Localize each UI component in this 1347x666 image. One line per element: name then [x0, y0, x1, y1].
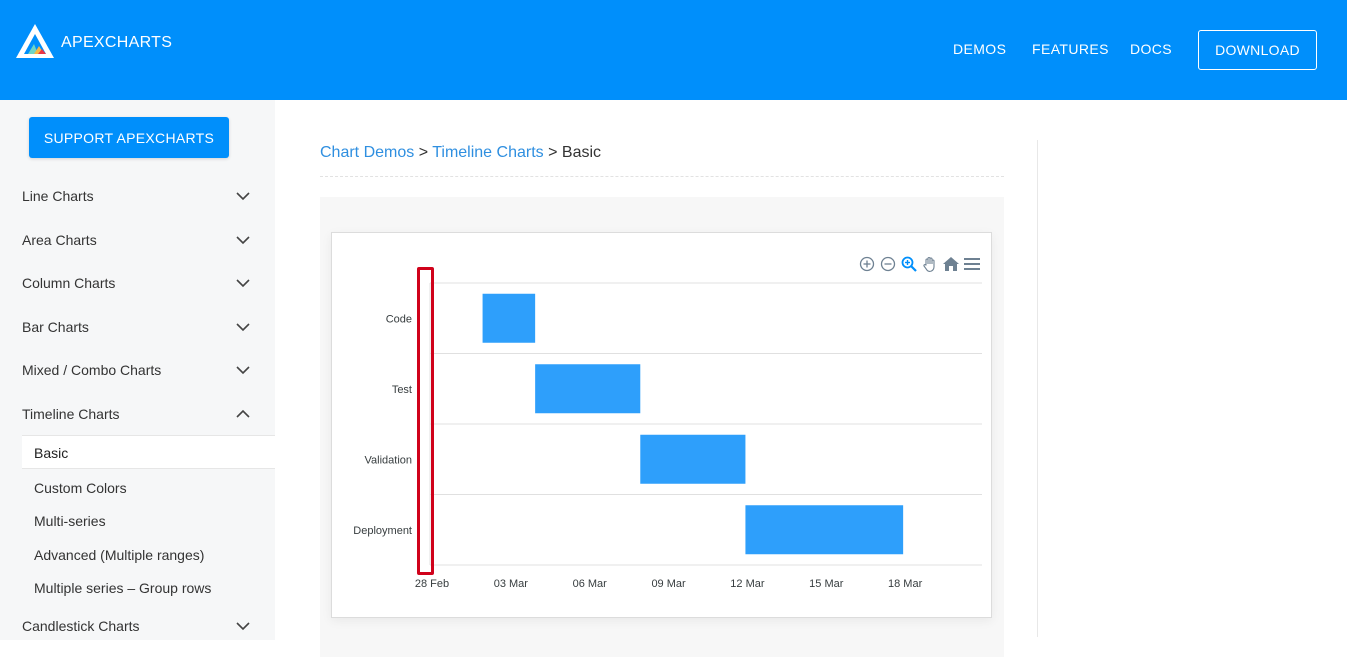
timeline-bar — [535, 364, 641, 414]
timeline-chart: Code Test Validation Deployment 28 Feb 03 Mar… — [353, 282, 982, 590]
x-tick-label: 15 Mar — [809, 578, 844, 590]
x-tick-label: 12 Mar — [730, 578, 765, 590]
y-tick-label: Test — [392, 384, 412, 396]
x-tick-label: 28 Feb — [415, 578, 449, 590]
timeline-bar — [482, 293, 536, 343]
highlight-annotation-box — [417, 267, 434, 575]
x-tick-label: 18 Mar — [888, 578, 923, 590]
timeline-bar — [640, 434, 746, 484]
y-tick-label: Validation — [365, 454, 413, 466]
y-tick-label: Deployment — [353, 525, 412, 537]
x-tick-label: 03 Mar — [494, 578, 529, 590]
x-tick-label: 09 Mar — [651, 578, 686, 590]
timeline-bar — [745, 505, 904, 555]
x-tick-label: 06 Mar — [573, 578, 608, 590]
y-tick-label: Code — [386, 313, 412, 325]
